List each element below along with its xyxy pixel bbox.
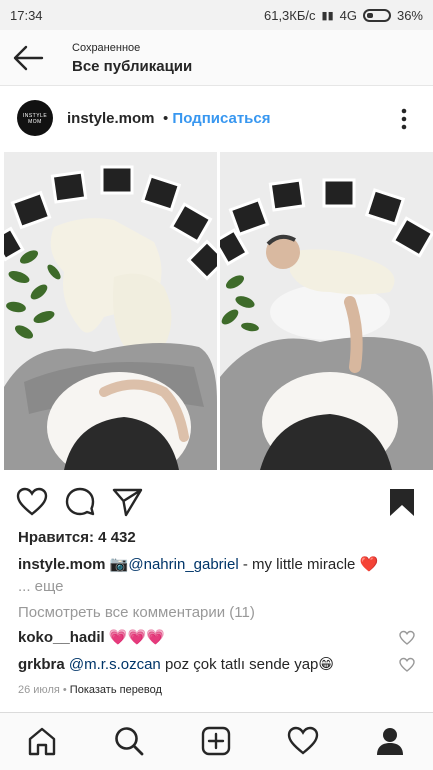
status-bar: 17:34 61,3КБ/с ▮▮ 4G 36%	[0, 0, 433, 30]
comment-username[interactable]: koko__hadil	[18, 629, 105, 646]
like-heart-icon[interactable]	[16, 486, 48, 518]
share-send-icon[interactable]	[111, 486, 143, 518]
follow-label: Подписаться	[172, 110, 271, 127]
profile-icon[interactable]	[374, 725, 406, 757]
comment-row: koko__hadil 💗💗💗	[18, 628, 398, 646]
post-username[interactable]: instyle.mom	[67, 110, 155, 127]
photo-panel-left	[4, 152, 217, 470]
show-translation-link[interactable]: Показать перевод	[70, 684, 162, 696]
comment-like-heart-icon[interactable]	[399, 630, 415, 646]
battery-icon	[362, 8, 391, 22]
status-indicators: 61,3КБ/с ▮▮ 4G 36%	[264, 8, 423, 23]
back-arrow-icon[interactable]	[12, 44, 44, 72]
collection-label: Сохраненное	[72, 42, 141, 54]
page-title: Все публикации	[72, 58, 193, 75]
app-bar: Сохраненное Все публикации	[0, 30, 433, 86]
post-date: 26 июля • Показать перевод	[18, 684, 162, 696]
comment-username[interactable]: grkbra	[18, 656, 65, 673]
status-time: 17:34	[10, 7, 43, 23]
likes-count[interactable]: Нравится: 4 432	[18, 529, 136, 546]
caption-username[interactable]: instyle.mom	[18, 556, 106, 573]
battery-level: 36%	[396, 7, 423, 23]
caption-more-link[interactable]: ... еще	[18, 578, 64, 595]
post-date-text: 26 июля	[18, 684, 60, 696]
post-caption: instyle.mom 📷@nahrin_gabriel - my little…	[18, 554, 418, 598]
search-icon[interactable]	[113, 725, 145, 757]
post-header: INSTYLE MOM instyle.mom • Подписаться	[0, 92, 433, 146]
home-icon[interactable]	[26, 725, 58, 757]
network-speed: 61,3КБ/с	[263, 7, 316, 23]
signal-icon: ▮▮	[321, 9, 334, 22]
comment-text: poz çok tatlı sende yap😁	[160, 656, 335, 673]
camera-emoji: 📷	[109, 556, 129, 573]
network-type: 4G	[339, 7, 357, 23]
avatar[interactable]: INSTYLE MOM	[17, 100, 53, 136]
caption-mention[interactable]: @nahrin_gabriel	[128, 556, 238, 573]
comment-mention[interactable]: @m.r.s.ozcan	[65, 656, 161, 673]
post-image[interactable]	[0, 152, 433, 470]
new-post-icon[interactable]	[200, 725, 232, 757]
comment-row: grkbra @m.r.s.ozcan poz çok tatlı sende …	[18, 655, 398, 673]
caption-text: - my little miracle ❤️	[238, 556, 379, 573]
comment-like-heart-icon[interactable]	[399, 657, 415, 673]
photo-panel-right	[220, 152, 433, 470]
follow-button[interactable]: • Подписаться	[163, 110, 271, 127]
more-options-icon[interactable]	[394, 104, 414, 134]
saved-bookmark-icon[interactable]	[386, 486, 418, 518]
bottom-tab-bar	[0, 712, 433, 770]
comment-bubble-icon[interactable]	[64, 486, 96, 518]
comment-text: 💗💗💗	[104, 629, 165, 646]
follow-separator: •	[163, 110, 173, 127]
view-all-comments-link[interactable]: Посмотреть все комментарии (11)	[18, 604, 255, 621]
post-actions	[0, 484, 433, 520]
activity-heart-icon[interactable]	[287, 725, 319, 757]
